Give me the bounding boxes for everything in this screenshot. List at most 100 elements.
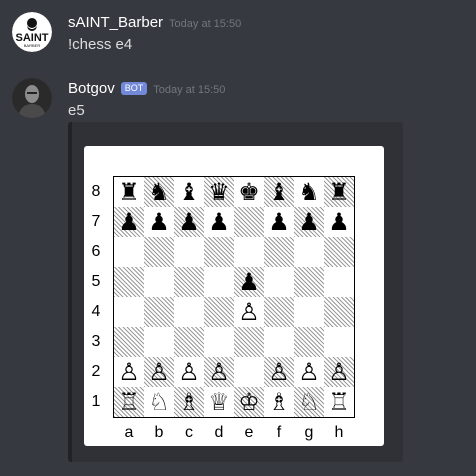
square-d1: ♕ — [204, 387, 234, 417]
avatar-saint-barber[interactable]: SAINT BARBER — [12, 12, 52, 52]
message-header: sAINT_Barber Today at 15:50 — [68, 14, 241, 32]
square-e5: ♟ — [234, 267, 264, 297]
square-b2: ♙ — [144, 357, 174, 387]
square-e7 — [234, 207, 264, 237]
square-e6 — [234, 237, 264, 267]
square-g8: ♞ — [294, 177, 324, 207]
timestamp: Today at 15:50 — [169, 18, 242, 30]
square-b3 — [144, 327, 174, 357]
chess-piece: ♛ — [208, 178, 230, 206]
file-label: c — [185, 424, 193, 441]
square-b8: ♞ — [144, 177, 174, 207]
file-label: d — [214, 424, 224, 441]
file-label: e — [244, 424, 254, 441]
chess-piece: ♙ — [118, 358, 140, 386]
bot-tag: BOT — [120, 82, 148, 95]
square-a5 — [114, 267, 144, 297]
square-a2: ♙ — [114, 357, 144, 387]
square-h6 — [324, 237, 354, 267]
chess-piece: ♘ — [298, 388, 320, 416]
square-a7: ♟ — [114, 207, 144, 237]
avatar-logo-subtext: BARBER — [24, 43, 41, 48]
chess-piece: ♙ — [178, 358, 200, 386]
chess-piece: ♙ — [328, 358, 350, 386]
chess-piece: ♟ — [238, 268, 260, 296]
square-f6 — [264, 237, 294, 267]
rank-label: 8 — [91, 183, 101, 200]
chess-piece: ♖ — [118, 388, 140, 416]
square-a4 — [114, 297, 144, 327]
square-f5 — [264, 267, 294, 297]
square-c6 — [174, 237, 204, 267]
chess-piece: ♙ — [238, 298, 260, 326]
rank-label: 7 — [91, 213, 101, 230]
square-b4 — [144, 297, 174, 327]
chess-piece: ♕ — [208, 388, 230, 416]
chess-piece: ♟ — [148, 208, 170, 236]
chess-piece: ♟ — [268, 208, 290, 236]
square-d8: ♛ — [204, 177, 234, 207]
message-text: e5 — [68, 102, 85, 119]
chessboard: ♜ ♞ ♝ ♛ ♚ ♝ ♞ ♜ ♟ ♟ ♟ ♟ ♟ ♟ ♟ ♟ ♙ ♙ ♙ ♙ ♙ ♙ ♙ ♙ ♖ ♘ ♗ ♕ ♔ ♗ ♘ ♖ — [113, 176, 355, 418]
rank-label: 4 — [91, 303, 101, 320]
chess-piece: ♟ — [208, 208, 230, 236]
square-c1: ♗ — [174, 387, 204, 417]
square-g1: ♘ — [294, 387, 324, 417]
file-label: g — [304, 424, 314, 441]
rank-label: 2 — [91, 363, 101, 380]
chess-piece: ♟ — [328, 208, 350, 236]
square-f7: ♟ — [264, 207, 294, 237]
username[interactable]: Botgov — [68, 80, 115, 97]
chess-piece: ♞ — [298, 178, 320, 206]
square-d7: ♟ — [204, 207, 234, 237]
rank-label: 3 — [91, 333, 101, 350]
chess-piece: ♟ — [178, 208, 200, 236]
square-b7: ♟ — [144, 207, 174, 237]
square-d6 — [204, 237, 234, 267]
square-d5 — [204, 267, 234, 297]
avatar-botgov[interactable] — [12, 78, 52, 118]
chess-piece: ♝ — [268, 178, 290, 206]
chess-piece: ♟ — [298, 208, 320, 236]
chess-piece: ♙ — [148, 358, 170, 386]
square-f8: ♝ — [264, 177, 294, 207]
square-d2: ♙ — [204, 357, 234, 387]
square-f1: ♗ — [264, 387, 294, 417]
square-d3 — [204, 327, 234, 357]
square-g7: ♟ — [294, 207, 324, 237]
file-label: h — [334, 424, 344, 441]
chess-piece: ♜ — [118, 178, 140, 206]
message-header: Botgov BOT Today at 15:50 — [68, 80, 225, 98]
square-c3 — [174, 327, 204, 357]
square-d4 — [204, 297, 234, 327]
square-h8: ♜ — [324, 177, 354, 207]
square-g3 — [294, 327, 324, 357]
chess-piece: ♙ — [298, 358, 320, 386]
square-a3 — [114, 327, 144, 357]
square-h7: ♟ — [324, 207, 354, 237]
square-h2: ♙ — [324, 357, 354, 387]
square-h5 — [324, 267, 354, 297]
square-e8: ♚ — [234, 177, 264, 207]
square-a1: ♖ — [114, 387, 144, 417]
chess-piece: ♙ — [268, 358, 290, 386]
square-e4: ♙ — [234, 297, 264, 327]
square-f4 — [264, 297, 294, 327]
square-a8: ♜ — [114, 177, 144, 207]
square-e1: ♔ — [234, 387, 264, 417]
username[interactable]: sAINT_Barber — [68, 14, 163, 31]
rank-label: 1 — [91, 393, 101, 410]
square-g2: ♙ — [294, 357, 324, 387]
square-g5 — [294, 267, 324, 297]
rank-label: 6 — [91, 243, 101, 260]
file-label: f — [276, 424, 282, 441]
square-h3 — [324, 327, 354, 357]
chess-piece: ♜ — [328, 178, 350, 206]
chess-piece: ♚ — [238, 178, 260, 206]
chess-piece: ♝ — [178, 178, 200, 206]
square-g6 — [294, 237, 324, 267]
file-label: a — [124, 424, 134, 441]
chess-piece: ♔ — [238, 388, 260, 416]
chess-piece: ♙ — [208, 358, 230, 386]
chess-piece: ♖ — [328, 388, 350, 416]
